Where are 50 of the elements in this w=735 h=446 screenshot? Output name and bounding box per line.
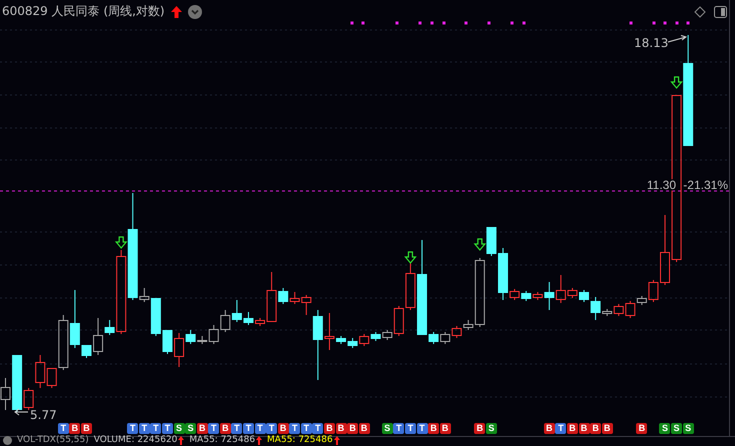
indicator-value: VOLUME: 2245620 [94,435,178,446]
signal-badge: B [69,423,80,434]
signal-badge: B [358,423,370,434]
signal-badge: T [127,423,138,434]
signal-badge: T [416,423,428,434]
signal-badge: B [80,423,92,434]
signal-badge: B [278,423,289,434]
signal-badge: B [578,423,590,434]
indicator-value: MA55: 725486 [189,435,256,446]
signal-badge: B [544,423,555,434]
signal-badge: S [682,423,694,434]
signal-badge: B [196,423,208,434]
signal-badge: T [393,423,404,434]
signal-badge: T [289,423,300,434]
signal-badge: T [404,423,416,434]
stock-title: 600829 人民同泰 (周线,对数) [2,3,165,20]
signal-badge: T [208,423,220,434]
signal-badge: T [312,423,324,434]
signal-badge: B [336,423,347,434]
signal-badge: S [185,423,196,434]
signal-badge: T [58,423,69,434]
signal-badge: S [174,423,185,434]
signal-badge: B [324,423,335,434]
indicator-name: VOL-TDX(55,55) [17,435,89,446]
signal-badge: T [162,423,173,434]
signal-badge: T [266,423,278,434]
signal-badge: T [231,423,242,434]
signal-badge: S [671,423,682,434]
signal-badge: B [602,423,613,434]
signal-badge: B [440,423,451,434]
signal-badge: T [555,423,566,434]
signal-badge: T [150,423,162,434]
signal-badge: B [428,423,440,434]
signal-badge: T [254,423,266,434]
signal-badge: B [590,423,602,434]
signal-badge: T [138,423,150,434]
signal-badge: S [486,423,497,434]
signal-badge: B [566,423,578,434]
signal-badge: S [382,423,393,434]
signal-badge: S [659,423,670,434]
high-price-label: 18.13 [634,36,668,50]
signal-badge: B [220,423,231,434]
reference-change-label: -21.31% [683,178,728,192]
signal-badge: T [300,423,312,434]
signal-badge: T [242,423,254,434]
signal-badge: B [347,423,358,434]
signal-badge: B [636,423,648,434]
signal-badge: B [474,423,486,434]
low-price-label: 5.77 [30,408,57,422]
indicator-value: MA55: 725486 [267,435,333,446]
